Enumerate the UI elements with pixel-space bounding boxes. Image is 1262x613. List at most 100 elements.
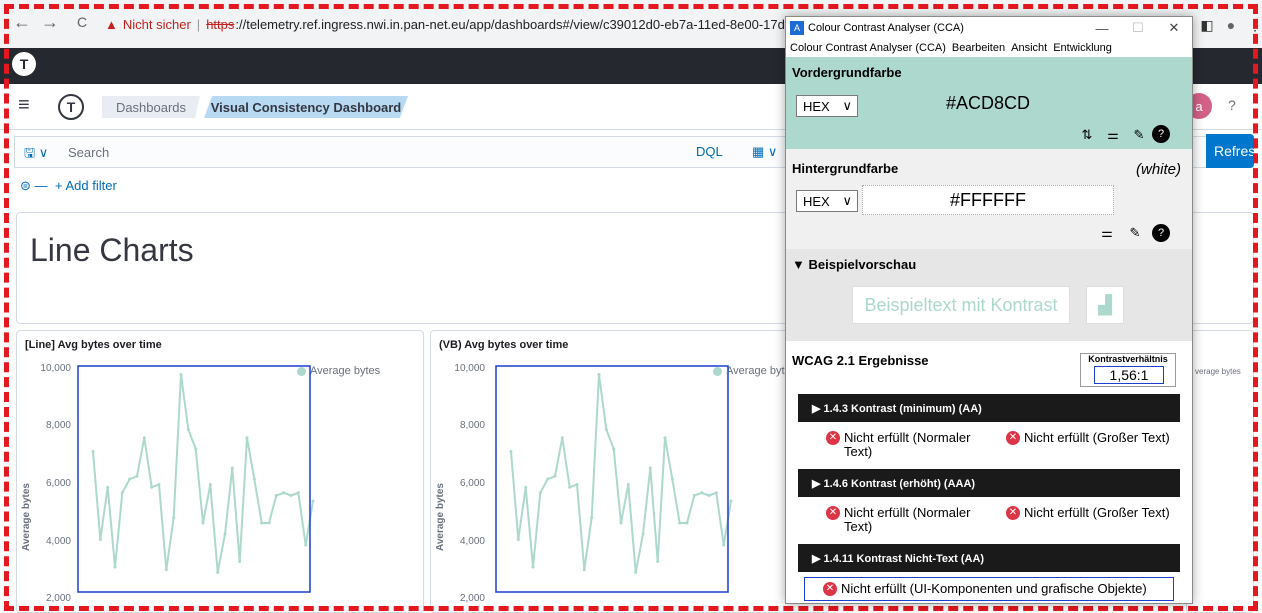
- data-point[interactable]: [626, 483, 630, 486]
- data-point[interactable]: [546, 477, 550, 481]
- app-logo[interactable]: T: [12, 52, 36, 76]
- data-point[interactable]: [252, 477, 256, 481]
- data-point[interactable]: [267, 521, 271, 525]
- data-point[interactable]: [296, 491, 300, 495]
- maximize-icon[interactable]: ☐: [1120, 17, 1156, 39]
- data-point[interactable]: [619, 521, 623, 525]
- data-point[interactable]: [223, 532, 227, 536]
- data-point[interactable]: [304, 543, 308, 547]
- data-point[interactable]: [142, 436, 146, 440]
- dql-button[interactable]: DQL: [696, 144, 723, 159]
- forward-icon[interactable]: →: [38, 10, 62, 34]
- background-format-select[interactable]: HEX ∨: [796, 190, 858, 212]
- data-point[interactable]: [289, 494, 293, 497]
- data-point[interactable]: [135, 474, 139, 478]
- data-point[interactable]: [722, 543, 726, 547]
- foreground-format-select[interactable]: HEX ∨: [796, 95, 858, 117]
- data-point[interactable]: [641, 532, 645, 536]
- data-point[interactable]: [274, 494, 278, 497]
- data-point[interactable]: [179, 373, 183, 376]
- help-icon[interactable]: ?: [1152, 224, 1170, 242]
- data-point[interactable]: [230, 466, 234, 470]
- swap-icon[interactable]: ⇅: [1076, 125, 1098, 145]
- data-point[interactable]: [531, 565, 535, 569]
- filter-icon[interactable]: ⊜ —: [20, 178, 48, 194]
- data-point[interactable]: [201, 521, 205, 525]
- menu-item-entwicklung[interactable]: Entwicklung: [1053, 42, 1112, 54]
- data-point[interactable]: [538, 491, 542, 495]
- breadcrumb-dashboards[interactable]: Dashboards: [102, 96, 200, 118]
- menu-item-ansicht[interactable]: Ansicht: [1011, 42, 1047, 54]
- saved-query-icon[interactable]: 🖫 ∨: [24, 144, 48, 166]
- data-point[interactable]: [604, 428, 608, 431]
- data-point[interactable]: [656, 560, 660, 563]
- sidebar-icon[interactable]: ◧: [1196, 14, 1218, 36]
- data-point[interactable]: [120, 491, 124, 495]
- background-hex-input[interactable]: #FFFFFF: [862, 185, 1114, 215]
- data-point[interactable]: [714, 491, 718, 495]
- data-point[interactable]: [216, 571, 220, 574]
- data-point[interactable]: [260, 521, 264, 525]
- data-point[interactable]: [575, 483, 579, 486]
- data-point[interactable]: [157, 483, 161, 486]
- data-point[interactable]: [568, 485, 572, 489]
- add-filter-button[interactable]: + Add filter: [55, 178, 117, 193]
- data-point[interactable]: [707, 494, 711, 497]
- preview-toggle[interactable]: ▼ Beispielvorschau: [792, 257, 916, 272]
- line-chart[interactable]: [77, 365, 317, 593]
- data-point[interactable]: [692, 494, 696, 497]
- data-point[interactable]: [685, 521, 689, 525]
- data-point[interactable]: [516, 538, 520, 541]
- reload-icon[interactable]: C: [70, 10, 94, 34]
- home-logo[interactable]: T: [58, 94, 84, 120]
- data-point[interactable]: [186, 428, 190, 431]
- address-bar[interactable]: ▲ Nicht sicher | https ://telemetry.ref.…: [105, 11, 795, 37]
- refresh-button[interactable]: Refresh: [1206, 134, 1262, 168]
- calendar-icon[interactable]: ▦ ∨: [752, 144, 777, 160]
- help-icon[interactable]: ?: [1152, 125, 1170, 143]
- back-icon[interactable]: ←: [10, 10, 34, 34]
- data-point[interactable]: [700, 491, 704, 495]
- close-icon[interactable]: ✕: [1156, 17, 1192, 39]
- line-chart[interactable]: [495, 365, 735, 593]
- data-point[interactable]: [663, 436, 667, 440]
- data-point[interactable]: [150, 485, 154, 489]
- data-point[interactable]: [238, 560, 242, 563]
- data-point[interactable]: [91, 450, 95, 453]
- data-point[interactable]: [729, 499, 733, 503]
- security-label[interactable]: Nicht sicher: [123, 17, 191, 32]
- menu-icon[interactable]: ≡: [18, 94, 30, 117]
- eyedropper-icon[interactable]: ✎: [1128, 125, 1150, 145]
- minimize-icon[interactable]: —: [1084, 17, 1120, 39]
- search-input[interactable]: Search: [68, 145, 109, 160]
- sliders-icon[interactable]: ⚌: [1102, 125, 1124, 145]
- data-point[interactable]: [113, 565, 117, 569]
- data-point[interactable]: [597, 373, 601, 376]
- menu-item-bearbeiten[interactable]: Bearbeiten: [952, 42, 1005, 54]
- more-icon[interactable]: ⋮: [1244, 14, 1262, 36]
- data-point[interactable]: [524, 485, 528, 489]
- data-point[interactable]: [208, 483, 212, 486]
- data-point[interactable]: [509, 450, 513, 453]
- data-point[interactable]: [106, 485, 110, 489]
- data-point[interactable]: [560, 436, 564, 440]
- data-point[interactable]: [590, 516, 594, 519]
- criterion-1-4-6[interactable]: ▶ 1.4.6 Kontrast (erhöht) (AAA): [798, 469, 1180, 497]
- profile-icon[interactable]: ●: [1220, 14, 1242, 36]
- data-point[interactable]: [282, 491, 286, 495]
- sliders-icon[interactable]: ⚌: [1096, 223, 1118, 243]
- data-point[interactable]: [164, 568, 168, 572]
- data-point[interactable]: [612, 447, 616, 451]
- data-point[interactable]: [128, 477, 132, 481]
- menu-item-cca[interactable]: Colour Contrast Analyser (CCA): [790, 42, 946, 54]
- data-point[interactable]: [582, 568, 586, 572]
- data-point[interactable]: [670, 477, 674, 481]
- data-point[interactable]: [194, 447, 198, 451]
- foreground-hex-input[interactable]: #ACD8CD: [946, 93, 1030, 114]
- criterion-1-4-11[interactable]: ▶ 1.4.11 Kontrast Nicht-Text (AA): [798, 544, 1180, 572]
- data-point[interactable]: [98, 538, 102, 541]
- criterion-1-4-3[interactable]: ▶ 1.4.3 Kontrast (minimum) (AA): [798, 394, 1180, 422]
- data-point[interactable]: [648, 466, 652, 470]
- help-icon[interactable]: ?: [1228, 97, 1236, 113]
- data-point[interactable]: [311, 499, 315, 503]
